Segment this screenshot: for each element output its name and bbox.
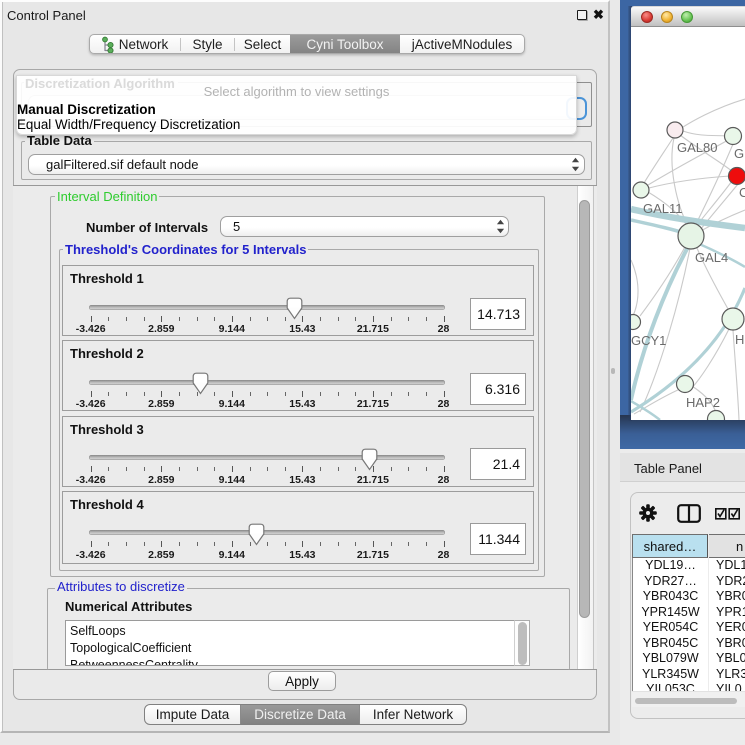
svg-text:G: G (734, 146, 744, 161)
svg-text:C: C (739, 185, 745, 200)
svg-text:GAL80: GAL80 (677, 140, 717, 155)
svg-text:GAL4: GAL4 (695, 250, 728, 265)
svg-text:GAL11: GAL11 (643, 201, 683, 216)
svg-text:H: H (735, 332, 744, 347)
svg-text:GCY1: GCY1 (631, 333, 666, 348)
svg-text:HAP2: HAP2 (686, 395, 720, 410)
